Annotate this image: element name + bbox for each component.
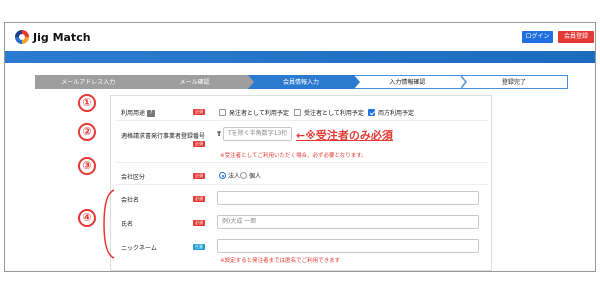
company-name-label: 会社名 [121,197,140,204]
step-email-confirm: メール確認 [141,75,254,89]
company-type-label: 会社区分 [121,174,146,181]
usage-label: 利用用途? [121,108,156,117]
checkbox-checked[interactable] [368,109,375,116]
logo-text: Jig Match [33,30,91,44]
callout-1: ① [78,94,96,112]
register-button[interactable]: 会員登録 [558,31,594,43]
full-name-label: 氏名 [121,221,134,228]
row-divider [116,120,488,121]
radio-selected[interactable] [219,172,226,179]
progress-steps: メールアドレス入力 メール確認 会員情報入力 入力情報確認 登録完了 [35,75,569,89]
callout-3: ③ [78,157,96,175]
header-banner [5,51,595,63]
nickname-input[interactable] [217,239,479,253]
invoice-label: 適格請求書発行事業者登録番号 [121,133,206,140]
usage-option-both[interactable]: 両方利用予定 [368,108,414,117]
usage-option-orderer[interactable]: 発注者として利用予定 [219,108,289,117]
usage-required-badge: 必須 [193,109,205,115]
help-icon[interactable]: ? [147,110,156,117]
company-name-required-badge: 必須 [193,196,205,202]
site-header: Jig Match ログイン 会員登録 [5,23,595,49]
row-divider [116,162,488,163]
contractor-only-annotation: ←※受注者のみ必須 [296,129,393,142]
invoice-required-badge: 必須 [193,141,205,147]
company-type-required-badge: 必須 [193,173,205,179]
group-bracket [103,189,115,259]
nickname-label: ニックネーム [121,245,157,252]
company-name-input[interactable] [217,191,479,205]
company-type-corporation[interactable]: 法人 [219,171,240,180]
nickname-note: ※設定すると発注者までは匿名でご利用できます [220,258,341,264]
callout-4: ④ [78,209,96,227]
site-logo[interactable]: Jig Match [15,30,91,44]
invoice-number-input[interactable]: Tを除く半角数字13桁 [223,127,292,141]
login-button[interactable]: ログイン [522,31,553,43]
full-name-required-badge: 必須 [193,220,205,226]
logo-mark-icon [15,30,29,44]
company-type-individual[interactable]: 個人 [240,171,261,180]
radio[interactable] [240,172,247,179]
row-divider [116,184,488,185]
usage-option-contractor[interactable]: 受注者として利用予定 [294,108,364,117]
step-input-confirm: 入力情報確認 [354,75,467,89]
step-member-info: 会員情報入力 [247,75,361,89]
full-name-input[interactable]: 例)大成 一郎 [217,215,479,229]
invoice-prefix: T [217,131,222,138]
checkbox[interactable] [219,109,226,116]
checkbox[interactable] [294,109,301,116]
invoice-note: ※受注者としてご利用いただく場合、必ず必要となります。 [220,153,367,159]
nickname-optional-badge: 任意 [193,244,205,250]
step-email-input: メールアドレス入力 [35,75,148,89]
step-complete: 登録完了 [460,75,569,89]
callout-2: ② [78,123,96,141]
